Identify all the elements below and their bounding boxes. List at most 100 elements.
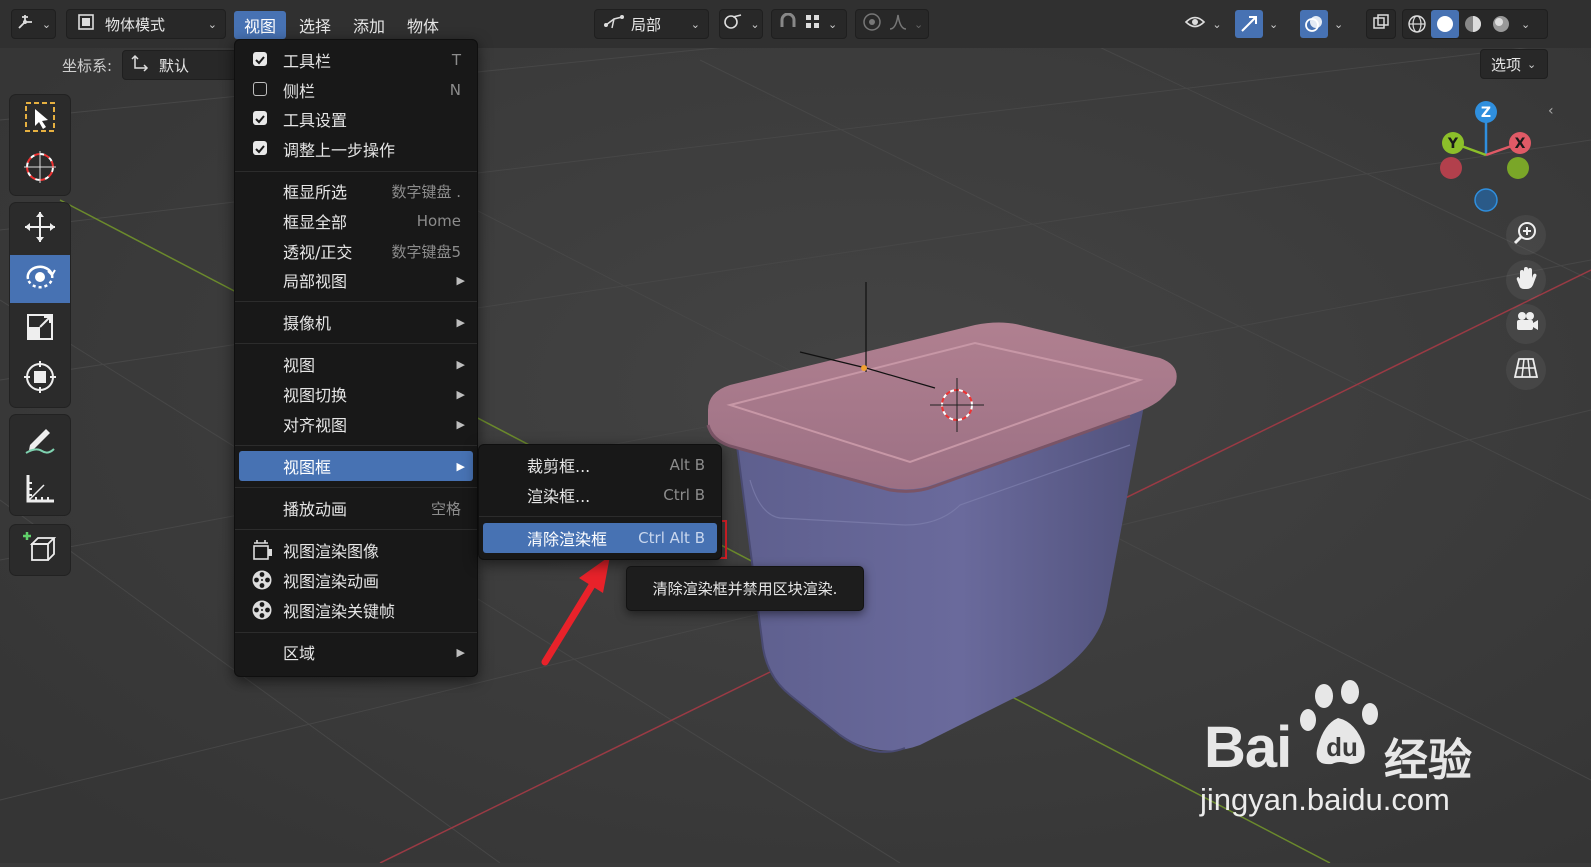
visibility-button[interactable]: ⌄ bbox=[1180, 9, 1226, 39]
menu-item-navigation[interactable]: 视图切换 ▶ bbox=[239, 379, 473, 409]
menu-item-clipping-region[interactable]: 裁剪框... Alt B bbox=[483, 450, 717, 480]
chevron-down-icon: ⌄ bbox=[828, 17, 838, 31]
menu-item-clear-render-region[interactable]: 清除渲染框 Ctrl Alt B bbox=[483, 523, 717, 553]
material-shading-icon[interactable] bbox=[1459, 10, 1487, 38]
measure-tool[interactable] bbox=[10, 467, 70, 515]
menu-separator bbox=[235, 445, 477, 446]
annotate-tool[interactable] bbox=[10, 417, 70, 465]
menu-separator bbox=[235, 343, 477, 344]
mode-label: 物体模式 bbox=[105, 15, 166, 34]
toolbar-group-add bbox=[10, 525, 70, 575]
object-mode-icon bbox=[77, 13, 95, 35]
snap-magnet-icon bbox=[778, 12, 798, 35]
snap-controls[interactable]: ⌄ bbox=[771, 9, 847, 39]
gizmo-neg-z[interactable] bbox=[1474, 188, 1498, 212]
checkbox-checked-icon[interactable] bbox=[253, 111, 267, 125]
overlays-toggle[interactable]: ⌄ bbox=[1299, 9, 1357, 39]
menu-object[interactable]: 物体 bbox=[397, 11, 449, 39]
menu-item-viewport-render-animation[interactable]: 视图渲染动画 bbox=[239, 565, 473, 595]
snap-grid-icon bbox=[804, 13, 822, 35]
menu-item-play-animation[interactable]: 播放动画 空格 bbox=[239, 493, 473, 523]
menu-item-area[interactable]: 区域 ▶ bbox=[239, 637, 473, 667]
options-label: 选项 bbox=[1491, 55, 1522, 74]
tooltip: 清除渲染框并禁用区块渲染. bbox=[626, 566, 864, 611]
svg-text:X: X bbox=[1515, 136, 1526, 152]
camera-view-button[interactable] bbox=[1506, 304, 1546, 344]
ruler-icon bbox=[22, 471, 58, 511]
perspective-toggle-button[interactable] bbox=[1506, 350, 1546, 390]
menu-separator bbox=[235, 529, 477, 530]
gizmo-icon bbox=[1235, 10, 1263, 38]
toolbar-group-select bbox=[10, 95, 70, 195]
menu-item-camera[interactable]: 摄像机 ▶ bbox=[239, 307, 473, 337]
chevron-down-icon: ⌄ bbox=[207, 17, 217, 31]
rendered-shading-icon[interactable] bbox=[1487, 10, 1515, 38]
rotate-tool[interactable] bbox=[10, 255, 70, 303]
menu-item-tool-settings[interactable]: 工具设置 bbox=[239, 104, 473, 134]
menu-item-frame-all[interactable]: 框显全部 Home bbox=[239, 206, 473, 236]
menu-add[interactable]: 添加 bbox=[343, 11, 395, 39]
transform-icon bbox=[22, 359, 58, 399]
wireframe-shading-icon[interactable] bbox=[1403, 10, 1431, 38]
pivot-point-button[interactable]: ⌄ bbox=[719, 9, 763, 39]
solid-shading-icon[interactable] bbox=[1431, 10, 1459, 38]
menu-separator bbox=[235, 301, 477, 302]
gizmo-z[interactable]: Z bbox=[1475, 101, 1497, 123]
xray-toggle[interactable] bbox=[1366, 9, 1396, 39]
transform-orientation-dropdown[interactable]: 局部 ⌄ bbox=[594, 9, 709, 39]
transform-tool[interactable] bbox=[10, 355, 70, 403]
menu-item-view[interactable]: 视图 ▶ bbox=[239, 349, 473, 379]
move-tool[interactable] bbox=[10, 205, 70, 253]
navigation-gizmo[interactable]: Z Y X bbox=[1430, 95, 1550, 215]
menu-item-viewport-render-keyframes[interactable]: 视图渲染关键帧 bbox=[239, 595, 473, 625]
select-box-tool[interactable] bbox=[10, 95, 70, 143]
coord-system-label: 坐标系: bbox=[62, 57, 113, 75]
hand-icon bbox=[1513, 265, 1539, 295]
submenu-arrow-icon: ▶ bbox=[456, 417, 465, 431]
move-arrows-icon bbox=[22, 209, 58, 249]
menu-item-view-regions[interactable]: 视图框 ▶ bbox=[239, 451, 473, 481]
shading-mode-group[interactable]: ⌄ bbox=[1402, 9, 1548, 39]
gizmo-neg-x[interactable] bbox=[1440, 157, 1462, 179]
zoom-button[interactable] bbox=[1506, 215, 1546, 255]
baidu-jingyan-watermark: du Bai 经验 jingyan.baidu.com bbox=[1198, 680, 1528, 830]
menu-item-perspective-ortho[interactable]: 透视/正交 数字键盘5 bbox=[239, 236, 473, 266]
svg-text:du: du bbox=[1326, 732, 1358, 762]
menu-item-frame-selected[interactable]: 框显所选 数字键盘 . bbox=[239, 176, 473, 206]
options-dropdown[interactable]: 选项 ⌄ bbox=[1480, 49, 1548, 79]
gizmo-toggle[interactable]: ⌄ bbox=[1234, 9, 1290, 39]
menu-separator bbox=[235, 632, 477, 633]
menu-view[interactable]: 视图 bbox=[234, 11, 287, 39]
mode-dropdown[interactable]: 物体模式 ⌄ bbox=[66, 9, 226, 39]
checkbox-checked-icon[interactable] bbox=[253, 141, 267, 155]
menu-item-toolbar[interactable]: 工具栏 T bbox=[239, 45, 473, 75]
tooltip-text: 清除渲染框并禁用区块渲染. bbox=[652, 580, 838, 598]
menu-item-adjust-last-operation[interactable]: 调整上一步操作 bbox=[239, 134, 473, 164]
zoom-icon bbox=[1513, 220, 1539, 250]
menu-item-render-region[interactable]: 渲染框... Ctrl B bbox=[483, 480, 717, 510]
gizmo-neg-y[interactable] bbox=[1507, 157, 1529, 179]
proportional-edit-icon bbox=[862, 12, 882, 36]
cursor-tool[interactable] bbox=[10, 145, 70, 193]
proportional-edit-controls[interactable]: ⌄ bbox=[855, 9, 929, 39]
checkbox-unchecked-icon[interactable] bbox=[253, 82, 267, 96]
menu-item-local-view[interactable]: 局部视图 ▶ bbox=[239, 265, 473, 295]
menu-select[interactable]: 选择 bbox=[289, 11, 341, 39]
camera-icon bbox=[1513, 309, 1539, 339]
view-menu: 工具栏 T 侧栏 N 工具设置 调整上一步操作 框显所选 数字键盘 . 框显全部… bbox=[234, 39, 478, 677]
menu-item-sidebar[interactable]: 侧栏 N bbox=[239, 75, 473, 105]
menu-item-viewport-render-image[interactable]: 视图渲染图像 bbox=[239, 535, 473, 565]
add-cube-tool[interactable] bbox=[10, 526, 70, 574]
checkbox-checked-icon[interactable] bbox=[253, 52, 267, 66]
rotate-icon bbox=[22, 259, 58, 299]
chevron-down-icon: ⌄ bbox=[1269, 17, 1279, 31]
gizmo-x[interactable]: X bbox=[1509, 132, 1531, 154]
pan-button[interactable] bbox=[1506, 260, 1546, 300]
coord-system-dropdown[interactable]: 默认 bbox=[122, 50, 237, 80]
editor-type-button[interactable]: ⌄ bbox=[11, 9, 56, 39]
sidebar-toggle-icon[interactable]: ‹ bbox=[1548, 103, 1554, 119]
menu-item-align-view[interactable]: 对齐视图 ▶ bbox=[239, 409, 473, 439]
scale-tool[interactable] bbox=[10, 305, 70, 353]
gizmo-y[interactable]: Y bbox=[1442, 132, 1464, 154]
watermark-url: jingyan.baidu.com bbox=[1200, 782, 1450, 817]
